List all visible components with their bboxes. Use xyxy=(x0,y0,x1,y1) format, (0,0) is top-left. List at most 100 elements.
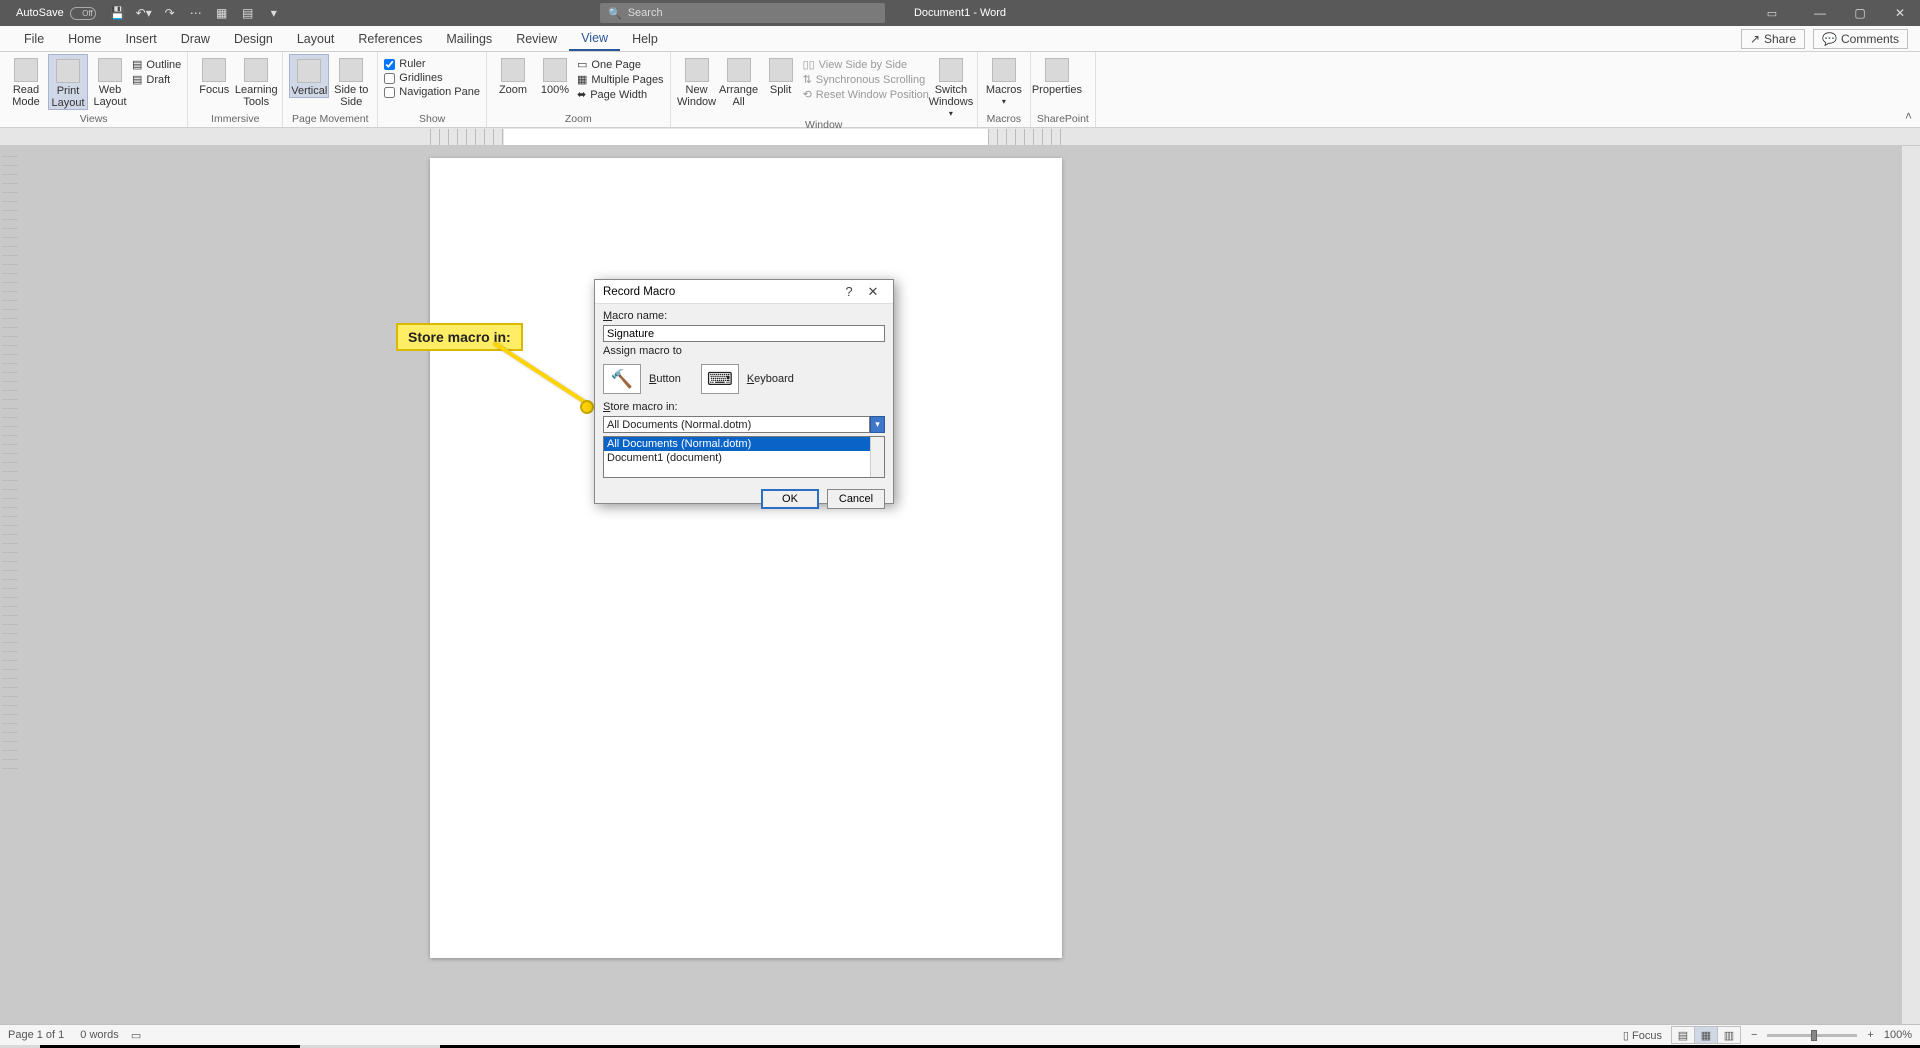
qat-dropdown-icon[interactable]: ▾ xyxy=(266,5,282,21)
group-sharepoint-label: SharePoint xyxy=(1037,113,1089,127)
redo-icon[interactable]: ↷ xyxy=(162,5,178,21)
draft-button[interactable]: ▤Draft xyxy=(132,73,181,86)
macros-button[interactable]: Macros▾ xyxy=(984,54,1024,107)
tab-help[interactable]: Help xyxy=(620,28,670,50)
vertical-ruler[interactable] xyxy=(2,156,18,776)
one-page-icon: ▭ xyxy=(577,58,587,71)
nav-pane-checkbox[interactable]: Navigation Pane xyxy=(384,86,480,98)
zoom-level[interactable]: 100% xyxy=(1884,1029,1912,1041)
combo-dropdown-button[interactable]: ▾ xyxy=(870,416,885,433)
ok-button[interactable]: OK xyxy=(761,489,819,509)
arrange-all-button[interactable]: Arrange All xyxy=(719,54,759,108)
dropdown-scrollbar[interactable] xyxy=(870,437,884,477)
side-to-side-button[interactable]: Side to Side xyxy=(331,54,371,108)
store-macro-dropdown: All Documents (Normal.dotm) Document1 (d… xyxy=(603,436,885,478)
zoom-100-button[interactable]: 100% xyxy=(535,54,575,96)
word-count[interactable]: 0 words xyxy=(80,1029,119,1041)
collapse-ribbon-icon[interactable]: ˄ xyxy=(1905,109,1912,123)
hundred-icon xyxy=(543,58,567,82)
qat-icon[interactable]: ⋯ xyxy=(188,5,204,21)
search-box[interactable]: 🔍 Search xyxy=(600,3,885,23)
page-width-icon: ⬌ xyxy=(577,88,586,101)
read-mode-icon xyxy=(14,58,38,82)
arrange-all-icon xyxy=(727,58,751,82)
one-page-button[interactable]: ▭One Page xyxy=(577,58,664,71)
focus-button[interactable]: Focus xyxy=(194,54,234,96)
save-icon[interactable]: 💾 xyxy=(110,5,126,21)
cancel-button[interactable]: Cancel xyxy=(827,489,885,509)
zoom-out-button[interactable]: − xyxy=(1751,1029,1757,1041)
tab-home[interactable]: Home xyxy=(56,28,113,50)
comments-button[interactable]: 💬Comments xyxy=(1813,29,1908,49)
multi-page-icon: ▦ xyxy=(577,73,587,86)
document-page[interactable] xyxy=(430,158,1062,958)
hammer-icon: 🔨 xyxy=(603,364,641,394)
maximize-button[interactable]: ▢ xyxy=(1840,0,1880,26)
dialog-close-button[interactable]: ✕ xyxy=(861,284,885,300)
sync-scroll-icon: ⇅ xyxy=(803,73,812,86)
tab-design[interactable]: Design xyxy=(222,28,285,50)
zoom-slider[interactable] xyxy=(1767,1034,1857,1037)
assign-keyboard-option[interactable]: ⌨ Keyboard xyxy=(701,364,794,394)
split-button[interactable]: Split xyxy=(761,54,801,96)
learning-tools-button[interactable]: Learning Tools xyxy=(236,54,276,108)
page-indicator[interactable]: Page 1 of 1 xyxy=(8,1029,64,1041)
tab-insert[interactable]: Insert xyxy=(114,28,169,50)
group-views-label: Views xyxy=(6,113,181,127)
learning-tools-icon xyxy=(244,58,268,82)
undo-icon[interactable]: ↶▾ xyxy=(136,5,152,21)
read-mode-button[interactable]: Read Mode xyxy=(6,54,46,108)
dropdown-option[interactable]: All Documents (Normal.dotm) xyxy=(604,437,884,451)
assign-macro-label: Assign macro to xyxy=(603,345,885,357)
autosave-toggle[interactable]: Off xyxy=(70,7,96,20)
share-button[interactable]: ↗Share xyxy=(1741,29,1805,49)
properties-button[interactable]: Properties xyxy=(1037,54,1077,96)
horizontal-ruler[interactable] xyxy=(430,129,1062,145)
keyboard-icon: ⌨ xyxy=(701,364,739,394)
tab-mailings[interactable]: Mailings xyxy=(434,28,504,50)
outline-icon: ▤ xyxy=(132,58,142,71)
gridlines-checkbox[interactable]: Gridlines xyxy=(384,72,480,84)
minimize-button[interactable]: — xyxy=(1800,0,1840,26)
vertical-scrollbar[interactable] xyxy=(1902,146,1920,1024)
outline-button[interactable]: ▤Outline xyxy=(132,58,181,71)
switch-windows-icon xyxy=(939,58,963,82)
dropdown-option[interactable]: Document1 (document) xyxy=(604,451,884,465)
new-window-button[interactable]: New Window xyxy=(677,54,717,108)
web-view-icon[interactable]: ▥ xyxy=(1717,1026,1741,1044)
qat-icon[interactable]: ▤ xyxy=(240,5,256,21)
qat-icon[interactable]: ▦ xyxy=(214,5,230,21)
multiple-pages-button[interactable]: ▦Multiple Pages xyxy=(577,73,664,86)
zoom-in-button[interactable]: + xyxy=(1867,1029,1873,1041)
spell-check-icon[interactable]: ▭ xyxy=(131,1029,141,1042)
ruler-row xyxy=(0,128,1920,146)
tab-file[interactable]: File xyxy=(12,28,56,50)
tab-references[interactable]: References xyxy=(346,28,434,50)
read-view-icon[interactable]: ▤ xyxy=(1671,1026,1695,1044)
store-macro-combo[interactable]: All Documents (Normal.dotm) ▾ xyxy=(603,416,885,433)
print-view-icon[interactable]: ▦ xyxy=(1694,1026,1718,1044)
annotation-dot xyxy=(580,400,594,414)
tab-view[interactable]: View xyxy=(569,27,620,51)
search-placeholder: Search xyxy=(628,7,663,19)
zoom-button[interactable]: Zoom xyxy=(493,54,533,96)
ruler-checkbox[interactable]: Ruler xyxy=(384,58,480,70)
dialog-help-button[interactable]: ? xyxy=(837,284,861,299)
tab-draw[interactable]: Draw xyxy=(169,28,222,50)
focus-icon xyxy=(202,58,226,82)
side-by-side-button: ▯▯View Side by Side xyxy=(803,58,929,71)
web-layout-button[interactable]: Web Layout xyxy=(90,54,130,108)
print-layout-button[interactable]: Print Layout xyxy=(48,54,88,110)
ribbon-display-icon[interactable]: ▭ xyxy=(1754,0,1790,26)
page-width-button[interactable]: ⬌Page Width xyxy=(577,88,664,101)
vertical-button[interactable]: Vertical xyxy=(289,54,329,98)
switch-windows-button[interactable]: Switch Windows▾ xyxy=(931,54,971,119)
tab-layout[interactable]: Layout xyxy=(285,28,347,50)
focus-mode-button[interactable]: ▯ Focus xyxy=(1623,1029,1662,1042)
menu-bar: File Home Insert Draw Design Layout Refe… xyxy=(0,26,1920,52)
reset-window-icon: ⟲ xyxy=(803,88,812,101)
macro-name-input[interactable] xyxy=(603,325,885,342)
assign-button-option[interactable]: 🔨 Button xyxy=(603,364,681,394)
tab-review[interactable]: Review xyxy=(504,28,569,50)
close-button[interactable]: ✕ xyxy=(1880,0,1920,26)
